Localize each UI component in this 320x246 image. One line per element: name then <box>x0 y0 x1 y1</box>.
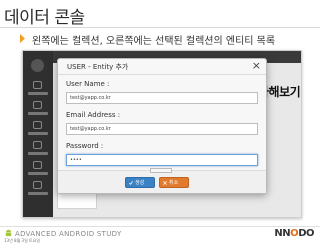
username-label: User Name : <box>66 80 110 88</box>
footer-date: 13년 8월 3일 토요일 <box>4 238 41 243</box>
check-icon <box>129 181 133 185</box>
password-field[interactable]: •••• <box>66 154 258 166</box>
corner-logo-part: O <box>290 228 299 239</box>
sidebar-nav-label <box>28 132 48 135</box>
close-icon <box>163 181 167 185</box>
resize-grip[interactable] <box>150 168 172 173</box>
save-button[interactable]: 생성 <box>125 177 155 188</box>
dialog-header: USER - Entity 추가 × <box>58 59 266 75</box>
sidebar-nav-label <box>28 172 48 175</box>
footer-divider <box>0 226 320 227</box>
close-icon[interactable]: × <box>252 60 261 72</box>
sidebar-nav-icon[interactable] <box>33 121 42 129</box>
sidebar-nav-label <box>28 152 48 155</box>
sidebar-nav-label <box>28 192 48 195</box>
sidebar-nav-icon[interactable] <box>33 161 42 169</box>
footer-brand: ADVANCED ANDROID STUDY <box>15 230 122 238</box>
sidebar-nav-icon[interactable] <box>33 101 42 109</box>
sidebar-nav-label <box>28 92 48 95</box>
slide-title: 데이터 콘솔 <box>4 8 85 28</box>
sidebar-nav-label <box>28 112 48 115</box>
save-button-label: 생성 <box>135 180 145 186</box>
corner-logo-part: NN <box>274 228 291 239</box>
add-entity-dialog: USER - Entity 추가 × User Name : test@yapp… <box>57 58 267 194</box>
app-sidebar <box>23 51 53 217</box>
username-field[interactable]: test@yapp.co.kr <box>66 92 258 104</box>
corner-logo-part: DO <box>298 228 314 239</box>
dialog-footer: 생성 취소 <box>58 168 266 193</box>
email-field[interactable]: test@yapp.co.kr <box>66 123 258 135</box>
app-logo-icon <box>31 59 44 72</box>
sidebar-nav-icon[interactable] <box>33 141 42 149</box>
corner-logo: NNODO <box>274 228 314 239</box>
triangle-bullet-icon <box>20 34 25 43</box>
password-label: Password : <box>66 142 104 150</box>
sidebar-nav-icon[interactable] <box>33 81 42 89</box>
email-label: Email Address : <box>66 111 121 119</box>
dialog-title: USER - Entity 추가 <box>67 63 129 71</box>
android-logo-icon <box>5 229 12 237</box>
cancel-button-label: 취소 <box>169 180 179 186</box>
title-divider <box>0 27 320 28</box>
sidebar-nav-icon[interactable] <box>33 181 42 189</box>
cancel-button[interactable]: 취소 <box>159 177 189 188</box>
bullet-text: 왼쪽에는 컬렉션, 오른쪽에는 선택된 컬렉션의 엔티티 목록 <box>32 36 276 47</box>
